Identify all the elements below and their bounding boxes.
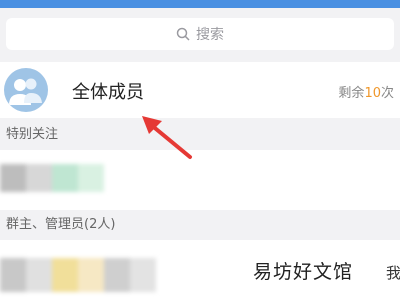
search-icon [176,27,190,41]
group-avatar-icon [4,68,48,112]
remaining-count-text: 剩余10次 [338,82,394,101]
section-header-admins: 群主、管理员(2人) [0,212,400,238]
blurred-admin-avatars [0,258,156,292]
section-header-special: 特别关注 [0,122,400,148]
remaining-count: 10 [364,86,381,101]
all-members-label: 全体成员 [72,82,144,103]
watermark-tail-text: 我 [386,264,400,282]
watermark-text: 易坊好文馆 [253,261,354,283]
search-placeholder: 搜索 [196,27,224,43]
special-member-row[interactable] [0,150,400,210]
remaining-prefix: 剩余 [338,86,365,101]
all-members-row[interactable]: 全体成员 剩余10次 [0,62,400,118]
search-area: 搜索 [0,8,400,58]
search-input[interactable]: 搜索 [6,18,394,50]
blurred-member-avatar [0,164,104,192]
remaining-suffix: 次 [380,86,394,101]
top-bar [0,0,400,8]
